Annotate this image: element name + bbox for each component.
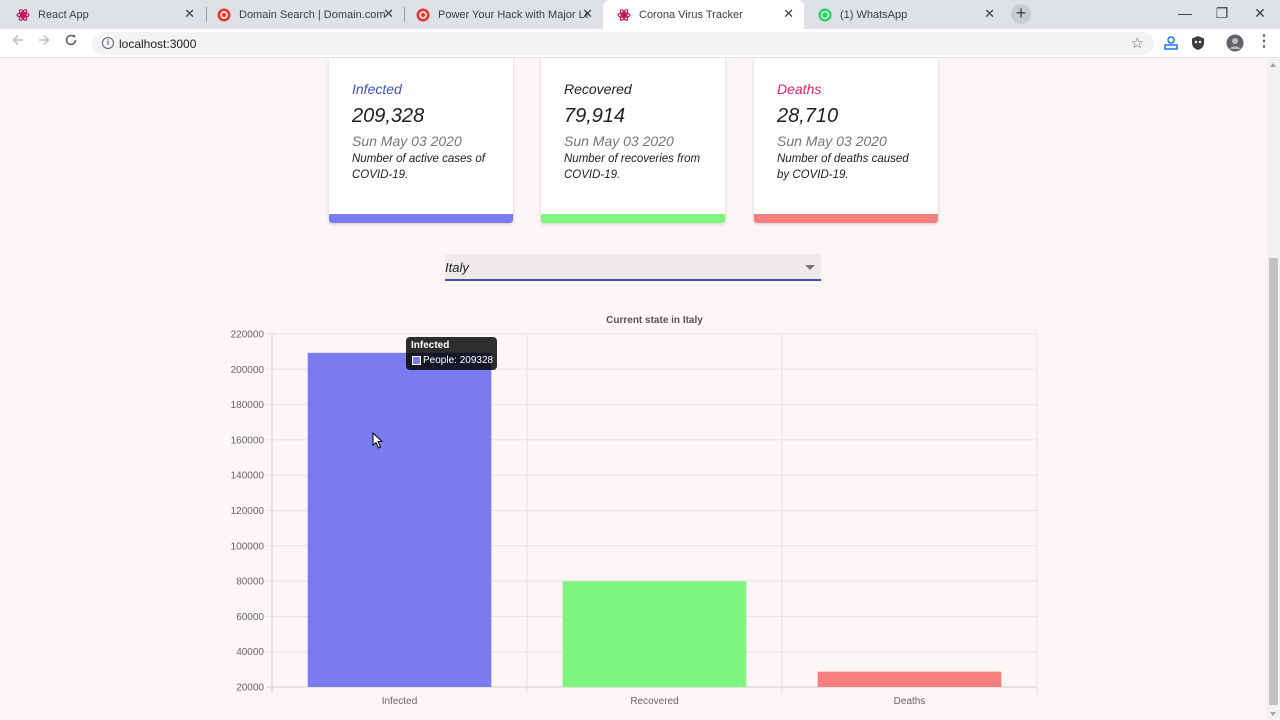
tooltip-body: People: 209328: [423, 355, 494, 366]
forward-button[interactable]: [34, 33, 54, 53]
scrollbar-thumb[interactable]: [1269, 258, 1278, 705]
scroll-up-arrow-icon[interactable]: [1270, 63, 1276, 67]
reload-button[interactable]: [61, 33, 81, 53]
browser-toolbar: i localhost:3000 ☆ ⋮: [0, 29, 1280, 58]
y-tick-label: 120000: [231, 506, 265, 517]
page-viewport: Infected 209,328 Sun May 03 2020 Number …: [0, 59, 1267, 720]
bar-infected: [307, 352, 492, 687]
y-tick-label: 200000: [231, 365, 265, 376]
y-tick-label: 60000: [236, 612, 264, 623]
browser-menu-icon[interactable]: ⋮: [1256, 33, 1272, 53]
react-icon: [16, 8, 30, 21]
tab-close-icon[interactable]: ✕: [184, 7, 195, 21]
info-icon[interactable]: i: [102, 37, 114, 49]
y-tick-label: 40000: [236, 647, 264, 658]
tab-close-icon[interactable]: ✕: [984, 7, 995, 21]
tab-title: Corona Virus Tracker: [639, 8, 743, 21]
bar-chart: Current state in Italy 20000 40000 60000 800…: [231, 315, 1038, 707]
mouse-cursor-icon: [372, 432, 384, 449]
y-tick-label: 100000: [231, 541, 265, 552]
browser-tabstrip: React App ✕ Domain Search | Domain.com ✕…: [0, 0, 1280, 29]
x-tick-label: Recovered: [630, 696, 678, 707]
browser-tab-react-app[interactable]: React App ✕: [2, 0, 205, 29]
y-tick-label: 220000: [231, 330, 265, 341]
bar-recovered: [562, 581, 747, 687]
arrow-right-icon: [39, 34, 50, 46]
extension-user-icon[interactable]: [1162, 34, 1180, 52]
restore-button[interactable]: ❐: [1204, 0, 1240, 29]
address-bar-url: localhost:3000: [119, 37, 197, 51]
browser-tab-whatsapp[interactable]: (1) WhatsApp ✕: [804, 0, 1005, 29]
tab-title: React App: [38, 8, 89, 21]
tab-title: Domain Search | Domain.com: [239, 8, 386, 21]
browser-tab-mlh[interactable]: Power Your Hack with Major Leag ✕: [402, 0, 603, 29]
tab-close-icon[interactable]: ✕: [783, 7, 794, 21]
y-tick-label: 80000: [236, 577, 264, 588]
y-tick-label: 160000: [231, 435, 265, 446]
whatsapp-icon: [818, 8, 832, 21]
y-tick-label: 180000: [231, 400, 265, 411]
bookmark-star-icon[interactable]: ☆: [1131, 34, 1144, 52]
extension-shield-icon[interactable]: [1189, 34, 1207, 52]
react-icon: [617, 8, 631, 21]
tooltip-swatch: [412, 356, 421, 365]
tab-close-icon[interactable]: ✕: [582, 7, 593, 21]
profile-avatar[interactable]: [1226, 34, 1244, 52]
domain-icon: [217, 8, 231, 21]
browser-tab-domain[interactable]: Domain Search | Domain.com ✕: [203, 0, 404, 29]
back-button[interactable]: [8, 33, 28, 53]
x-tick-label: Infected: [382, 696, 418, 707]
close-window-button[interactable]: ✕: [1242, 0, 1278, 29]
new-tab-button[interactable]: +: [1011, 4, 1031, 24]
chart-title: Current state in Italy: [606, 315, 703, 326]
tab-title: Power Your Hack with Major Leag: [438, 8, 588, 21]
bar-deaths: [817, 671, 1002, 687]
y-tick-label: 140000: [231, 471, 265, 482]
page-scrollbar[interactable]: [1267, 59, 1280, 720]
tab-close-icon[interactable]: ✕: [383, 7, 394, 21]
browser-tab-corona-tracker[interactable]: Corona Virus Tracker ✕: [603, 0, 804, 29]
x-tick-label: Deaths: [894, 696, 926, 707]
arrow-left-icon: [12, 34, 23, 46]
y-tick-label: 20000: [236, 683, 264, 694]
tab-title: (1) WhatsApp: [840, 8, 908, 21]
chart-tooltip: Infected People: 209328: [406, 337, 497, 370]
reload-icon: [65, 34, 77, 46]
tooltip-title: Infected: [411, 340, 450, 351]
scroll-down-arrow-icon[interactable]: [1270, 712, 1276, 716]
minimize-button[interactable]: —: [1167, 0, 1203, 29]
mlh-icon: [416, 8, 430, 21]
address-bar[interactable]: i localhost:3000 ☆: [92, 32, 1154, 55]
